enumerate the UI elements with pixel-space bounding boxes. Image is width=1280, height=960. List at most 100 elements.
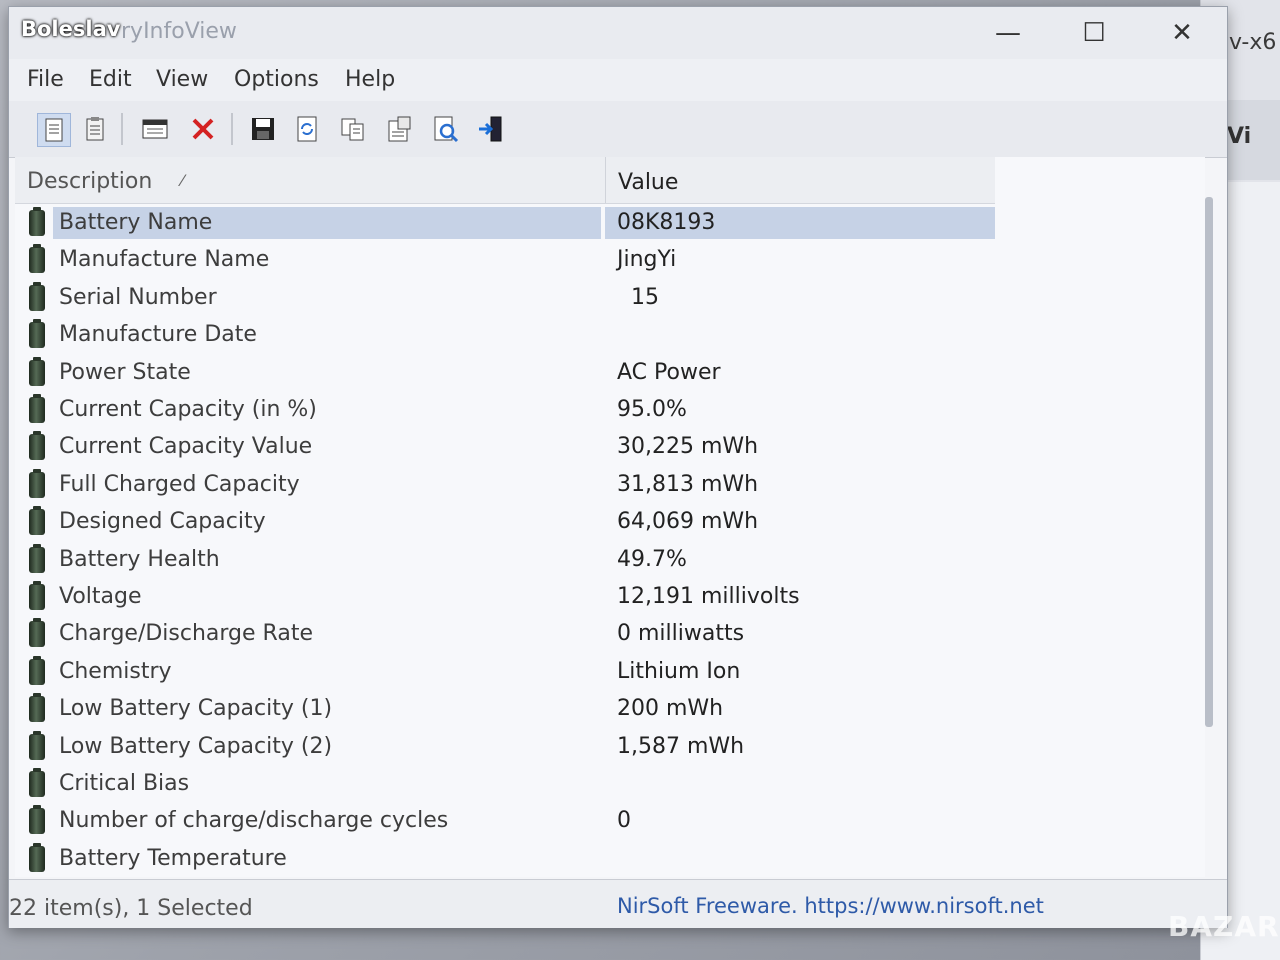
- table-row[interactable]: Serial Number 15: [15, 280, 995, 317]
- find-icon[interactable]: [429, 113, 461, 145]
- description-text: Critical Bias: [59, 771, 190, 796]
- delete-icon[interactable]: [187, 113, 219, 145]
- status-bar: 22 item(s), 1 Selected NirSoft Freeware.…: [9, 879, 1227, 928]
- toolbar-separator: [231, 113, 233, 145]
- toolbar-separator: [121, 113, 123, 145]
- description-cell: Voltage: [53, 581, 601, 613]
- description-text: Chemistry: [59, 658, 172, 684]
- exit-icon[interactable]: [475, 113, 507, 145]
- save-icon[interactable]: [247, 113, 279, 145]
- table-row[interactable]: Voltage 12,191 millivolts: [15, 579, 995, 616]
- value-cell: [605, 319, 995, 351]
- table-row[interactable]: Power State AC Power: [15, 355, 995, 392]
- description-text: Low Battery Capacity (2): [59, 733, 333, 759]
- battery-icon: [29, 618, 45, 648]
- battery-icon: [29, 394, 45, 423]
- nirsoft-link[interactable]: NirSoft Freeware. https://www.nirsoft.ne…: [617, 894, 1044, 918]
- column-header-value[interactable]: Value: [605, 157, 996, 203]
- close-button[interactable]: ✕: [1159, 15, 1205, 51]
- value-cell: [605, 843, 995, 875]
- description-cell: Critical Bias: [53, 768, 601, 800]
- description-cell: Manufacture Name: [53, 244, 601, 276]
- table-row[interactable]: Number of charge/discharge cycles 0: [15, 803, 995, 840]
- description-cell: Chemistry: [53, 656, 601, 688]
- description-cell: Battery Name: [53, 207, 601, 239]
- battery-icon: [29, 468, 45, 498]
- value-text: 08K8193: [617, 210, 716, 235]
- battery-icon: [29, 581, 45, 610]
- table-row[interactable]: Chemistry Lithium Ion: [15, 654, 995, 691]
- title-bar[interactable]: ryInfoView Boleslav — ☐ ✕: [9, 7, 1227, 59]
- watermark-logo: BAZAR: [1168, 910, 1280, 943]
- battery-icon: [29, 207, 45, 236]
- battery-icon: [29, 730, 45, 760]
- vertical-scrollbar[interactable]: [1205, 197, 1213, 727]
- toolbar: [9, 101, 1227, 158]
- table-row[interactable]: Current Capacity (in %) 95.0%: [15, 392, 995, 429]
- value-text: 30,225 mWh: [617, 434, 759, 460]
- battery-icon: [29, 244, 45, 274]
- table-row[interactable]: Manufacture Name JingYi: [15, 242, 995, 279]
- battery-info-list[interactable]: Description ⁄ Value Battery Name 08K8193 M…: [15, 157, 1205, 877]
- menu-bar: File Edit View Options Help: [9, 59, 1227, 102]
- table-row[interactable]: Designed Capacity 64,069 mWh: [15, 504, 995, 541]
- menu-view[interactable]: View: [156, 67, 208, 92]
- background-window-tab-label: Vi: [1227, 124, 1252, 149]
- value-text: 64,069 mWh: [617, 509, 759, 535]
- table-row[interactable]: Current Capacity Value 30,225 mWh: [15, 429, 995, 466]
- description-text: Low Battery Capacity (1): [59, 696, 333, 722]
- value-cell: 64,069 mWh: [605, 506, 995, 538]
- refresh-icon[interactable]: [291, 113, 323, 145]
- menu-file[interactable]: File: [27, 67, 64, 92]
- description-text: Manufacture Date: [59, 322, 257, 348]
- value-cell: 49.7%: [605, 544, 995, 576]
- menu-options[interactable]: Options: [234, 67, 319, 92]
- value-text: 1,587 mWh: [617, 733, 745, 759]
- minimize-button[interactable]: —: [985, 15, 1031, 51]
- value-cell: 08K8193: [605, 207, 995, 239]
- table-row[interactable]: Manufacture Date: [15, 317, 995, 354]
- description-cell: Designed Capacity: [53, 506, 601, 538]
- list-header: Description ⁄ Value: [15, 157, 995, 204]
- table-row[interactable]: Battery Temperature: [15, 841, 995, 877]
- table-row[interactable]: Charge/Discharge Rate 0 milliwatts: [15, 616, 995, 653]
- battery-icon: [29, 693, 45, 723]
- table-row[interactable]: Critical Bias: [15, 766, 995, 803]
- menu-edit[interactable]: Edit: [89, 67, 132, 92]
- table-row[interactable]: Full Charged Capacity 31,813 mWh: [15, 467, 995, 504]
- value-cell: 200 mWh: [605, 693, 995, 725]
- clipboard-icon[interactable]: [79, 113, 111, 145]
- report-icon[interactable]: [383, 113, 415, 145]
- description-cell: Low Battery Capacity (2): [53, 731, 601, 763]
- description-text: Manufacture Name: [59, 247, 270, 273]
- battery-icon: [29, 431, 45, 461]
- battery-icon: [29, 281, 45, 311]
- description-cell: Current Capacity (in %): [53, 394, 601, 426]
- description-cell: Charge/Discharge Rate: [53, 618, 601, 650]
- value-cell: 0 milliwatts: [605, 618, 995, 650]
- description-cell: Battery Health: [53, 544, 601, 576]
- menu-help[interactable]: Help: [345, 67, 395, 92]
- battery-icon: [29, 543, 45, 573]
- table-row[interactable]: Low Battery Capacity (2) 1,587 mWh: [15, 729, 995, 766]
- value-text: 0: [617, 808, 631, 834]
- user-name-overlay: Boleslav: [21, 17, 121, 41]
- table-row[interactable]: Low Battery Capacity (1) 200 mWh: [15, 691, 995, 728]
- value-cell: 95.0%: [605, 394, 995, 426]
- value-text: 0 milliwatts: [617, 621, 745, 647]
- description-text: Current Capacity Value: [59, 434, 313, 460]
- window-view-icon[interactable]: [139, 113, 171, 145]
- value-text: AC Power: [617, 359, 721, 385]
- window-title: ryInfoView: [121, 19, 237, 44]
- value-cell: [605, 768, 995, 800]
- table-row[interactable]: Battery Health 49.7%: [15, 542, 995, 579]
- maximize-button[interactable]: ☐: [1071, 15, 1117, 51]
- column-header-description[interactable]: Description: [27, 169, 152, 194]
- copy-icon[interactable]: [337, 113, 369, 145]
- value-text: 15: [617, 284, 659, 310]
- table-row[interactable]: Battery Name 08K8193: [15, 205, 995, 242]
- properties-icon[interactable]: [37, 113, 71, 147]
- description-cell: Manufacture Date: [53, 319, 601, 351]
- sort-indicator-icon: ⁄: [181, 171, 184, 190]
- description-cell: Current Capacity Value: [53, 431, 601, 463]
